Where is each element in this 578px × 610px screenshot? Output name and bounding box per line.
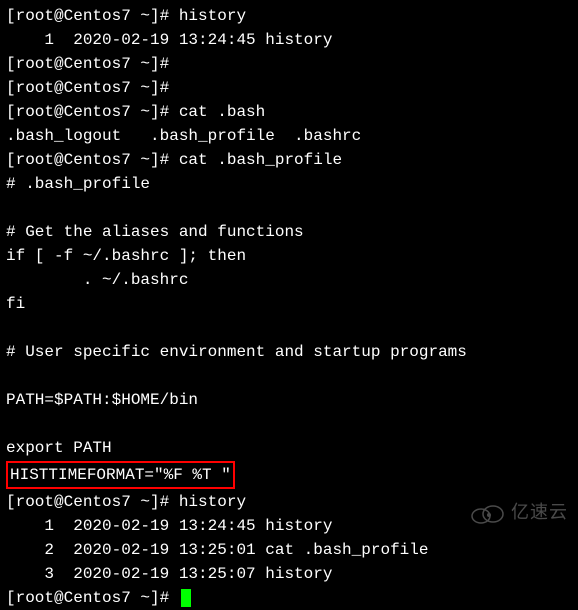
file-content: PATH=$PATH:$HOME/bin	[6, 391, 198, 409]
file-content-highlighted: HISTTIMEFORMAT="%F %T "	[10, 466, 231, 484]
shell-prompt: [root@Centos7 ~]#	[6, 151, 179, 169]
shell-prompt: [root@Centos7 ~]#	[6, 55, 179, 73]
highlight-annotation: HISTTIMEFORMAT="%F %T "	[6, 461, 235, 489]
shell-prompt: [root@Centos7 ~]#	[6, 589, 179, 607]
file-content: if [ -f ~/.bashrc ]; then	[6, 247, 246, 265]
command-text: cat .bash_profile	[179, 151, 342, 169]
history-entry: 1 2020-02-19 13:24:45 history	[6, 31, 332, 49]
file-content: . ~/.bashrc	[6, 271, 188, 289]
shell-prompt: [root@Centos7 ~]#	[6, 7, 179, 25]
tab-completion-output: .bash_logout .bash_profile .bashrc	[6, 127, 361, 145]
file-content: # .bash_profile	[6, 175, 150, 193]
history-entry: 2 2020-02-19 13:25:01 cat .bash_profile	[6, 541, 428, 559]
command-text: history	[179, 7, 246, 25]
history-entry: 3 2020-02-19 13:25:07 history	[6, 565, 332, 583]
watermark: 亿速云	[469, 499, 568, 526]
command-text: cat .bash	[179, 103, 265, 121]
file-content: export PATH	[6, 439, 112, 457]
file-content: # Get the aliases and functions	[6, 223, 304, 241]
history-entry: 1 2020-02-19 13:24:45 history	[6, 517, 332, 535]
shell-prompt: [root@Centos7 ~]#	[6, 79, 179, 97]
watermark-text: 亿速云	[511, 499, 568, 526]
file-content: # User specific environment and startup …	[6, 343, 467, 361]
cloud-icon	[469, 501, 505, 525]
cursor-icon	[181, 589, 191, 607]
shell-prompt: [root@Centos7 ~]#	[6, 103, 179, 121]
shell-prompt: [root@Centos7 ~]#	[6, 493, 179, 511]
command-text: history	[179, 493, 246, 511]
file-content: fi	[6, 295, 25, 313]
